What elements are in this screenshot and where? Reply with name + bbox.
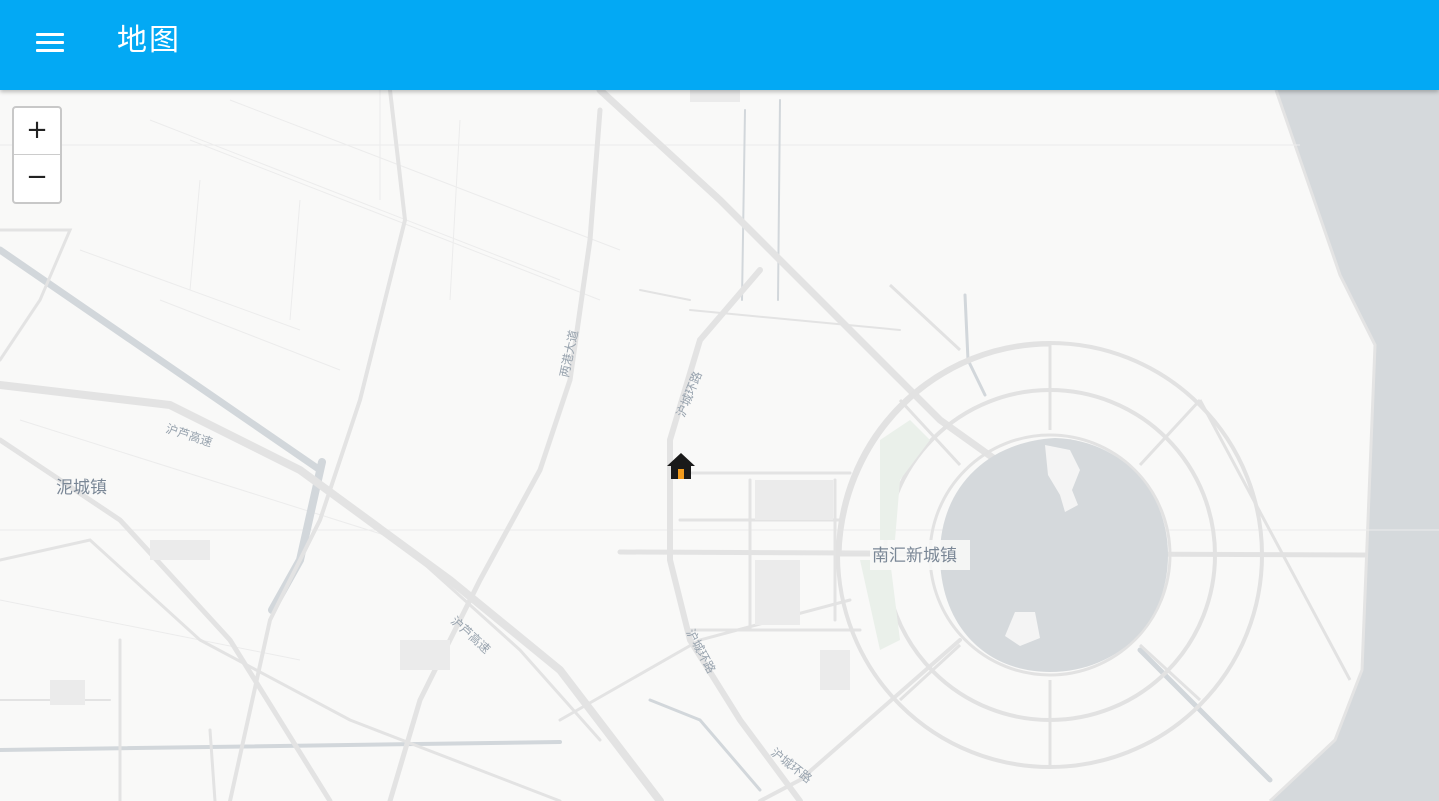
sea-area (1270, 90, 1439, 801)
app-bar: 地图 (0, 0, 1439, 90)
zoom-out-button[interactable]: − (14, 155, 60, 201)
town-label-nanhui: 南汇新城镇 (872, 546, 957, 566)
page-title: 地图 (117, 23, 181, 58)
zoom-in-button[interactable]: + (14, 108, 60, 155)
road-label-huchenghuan-1: 沪城环路 (673, 369, 705, 419)
road-label-lianggang: 两港大道 (557, 329, 581, 379)
road-label-huchenghuan-2: 沪城环路 (683, 626, 719, 675)
hamburger-menu-icon[interactable] (28, 24, 72, 60)
map-canvas[interactable]: 泥城镇 南汇新城镇 沪芦高速 沪芦高速 两港大道 沪城环路 沪城环路 沪城环路 (0, 90, 1439, 801)
home-marker-icon[interactable] (666, 452, 696, 480)
zoom-control: + − (12, 106, 62, 204)
town-label-nicheng: 泥城镇 (56, 478, 107, 498)
map-view[interactable]: 泥城镇 南汇新城镇 沪芦高速 沪芦高速 两港大道 沪城环路 沪城环路 沪城环路 (0, 90, 1439, 801)
